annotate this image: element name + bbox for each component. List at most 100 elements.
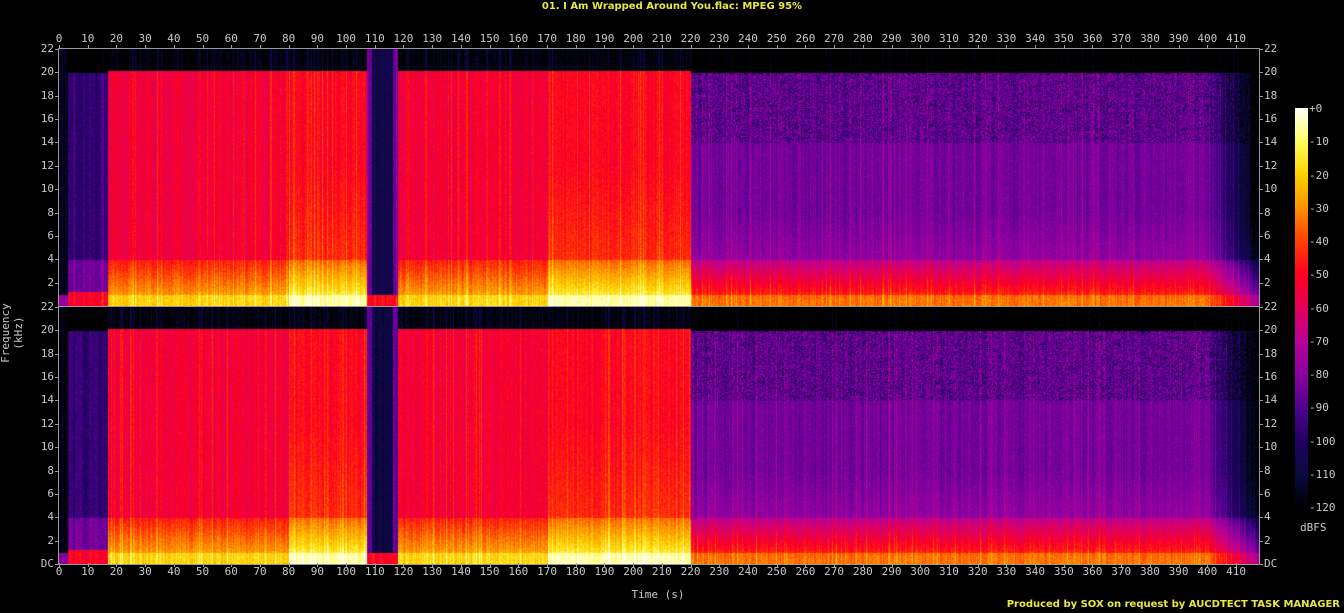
- colorbar-tick-label: -100: [1309, 434, 1336, 448]
- y-tick-label-left: 2: [47, 533, 54, 547]
- y-tick-mark: [55, 353, 59, 355]
- x-tick-mark: [891, 45, 893, 49]
- x-tick-mark: [575, 45, 577, 49]
- y-tick-label-left: 8: [47, 205, 54, 219]
- x-tick-mark: [346, 45, 348, 49]
- x-tick-mark: [920, 45, 922, 49]
- colorbar-tick-label: -40: [1309, 235, 1329, 248]
- x-tick-mark: [460, 563, 462, 567]
- x-tick-mark: [202, 45, 204, 49]
- colorbar: [1295, 108, 1308, 508]
- y-tick-label-right: 6: [1264, 486, 1271, 500]
- x-tick-mark: [288, 563, 290, 567]
- colorbar-tick-label: -110: [1309, 467, 1336, 481]
- y-tick-label-left: 10: [40, 182, 54, 196]
- colorbar-tick-label: -60: [1309, 301, 1329, 315]
- x-tick-mark: [1092, 45, 1094, 49]
- y-tick-mark: [55, 564, 59, 565]
- x-tick-mark: [145, 563, 147, 567]
- x-tick-mark: [1121, 563, 1123, 567]
- x-tick-mark: [518, 563, 520, 567]
- x-tick-mark: [661, 45, 663, 49]
- x-tick-mark: [173, 563, 175, 567]
- y-tick-mark: [1259, 282, 1263, 284]
- x-tick-mark: [1207, 45, 1209, 49]
- y-tick-label-left: 12: [40, 158, 54, 172]
- x-tick-mark: [1149, 45, 1151, 49]
- x-tick-mark: [862, 45, 864, 49]
- y-tick-label-right: 20: [1264, 65, 1278, 79]
- y-tick-label-right: 8: [1264, 463, 1271, 477]
- x-tick-mark: [518, 45, 520, 49]
- y-tick-mark: [55, 95, 59, 97]
- x-tick-mark: [432, 45, 434, 49]
- y-tick-label-right: 14: [1264, 135, 1278, 149]
- y-tick-mark: [1259, 564, 1263, 565]
- y-tick-mark: [1259, 72, 1263, 74]
- y-tick-label-left: 8: [47, 463, 54, 477]
- x-tick-mark: [59, 563, 60, 567]
- y-tick-label-right: 12: [1264, 158, 1278, 172]
- colorbar-tick-label: +0: [1309, 102, 1323, 115]
- x-tick-mark: [604, 563, 606, 567]
- y-tick-mark: [55, 400, 59, 402]
- x-tick-mark: [747, 563, 749, 567]
- x-tick-mark: [690, 563, 692, 567]
- y-tick-mark: [1259, 189, 1263, 191]
- y-tick-mark: [1259, 423, 1263, 425]
- y-tick-label-right: 20: [1264, 323, 1278, 337]
- heatmap-channel-2: [59, 307, 1259, 564]
- x-tick-mark: [1092, 563, 1094, 567]
- y-tick-label-right: 22: [1264, 300, 1278, 313]
- y-tick-mark: [1259, 470, 1263, 472]
- x-tick-mark: [1178, 45, 1180, 49]
- x-tick-mark: [59, 45, 60, 49]
- y-tick-mark: [55, 423, 59, 425]
- y-tick-mark: [1259, 142, 1263, 144]
- y-tick-mark: [55, 540, 59, 542]
- y-tick-label-left: 2: [47, 275, 54, 289]
- x-tick-mark: [202, 563, 204, 567]
- x-tick-mark: [259, 563, 261, 567]
- y-tick-label-left: 20: [40, 323, 54, 337]
- chart-title: 01. I Am Wrapped Around You.flac: MPEG 9…: [541, 1, 803, 12]
- y-tick-label-right: 10: [1264, 182, 1278, 196]
- y-tick-label-left: 18: [40, 346, 54, 360]
- y-tick-label-left: 22: [40, 42, 54, 55]
- x-tick-mark: [231, 563, 233, 567]
- x-tick-mark: [834, 563, 836, 567]
- y-tick-label-left: 10: [40, 440, 54, 454]
- x-tick-mark: [948, 563, 950, 567]
- y-tick-mark: [55, 447, 59, 449]
- spectrogram-channel-2: [58, 306, 1260, 565]
- x-tick-mark: [661, 563, 663, 567]
- colorbar-tick-label: -90: [1309, 401, 1329, 415]
- y-tick-label-right: 18: [1264, 346, 1278, 360]
- x-tick-mark: [374, 563, 376, 567]
- y-tick-mark: [55, 212, 59, 214]
- x-tick-mark: [604, 45, 606, 49]
- y-tick-mark: [55, 259, 59, 261]
- y-tick-mark: [1259, 540, 1263, 542]
- y-tick-mark: [55, 307, 59, 308]
- x-tick-mark: [862, 563, 864, 567]
- heatmap-channel-1: [59, 49, 1259, 306]
- x-tick-mark: [1178, 563, 1180, 567]
- y-tick-mark: [55, 282, 59, 284]
- y-tick-label-right: 16: [1264, 112, 1278, 126]
- y-tick-label-left: 6: [47, 486, 54, 500]
- x-tick-mark: [116, 563, 118, 567]
- y-axis-label: Frequency (kHz): [0, 303, 25, 363]
- y-tick-mark: [1259, 330, 1263, 332]
- colorbar-tick-label: -30: [1309, 201, 1329, 215]
- spectrogram-channel-1: [58, 48, 1260, 307]
- x-tick-mark: [489, 45, 491, 49]
- y-tick-label-left: 18: [40, 88, 54, 102]
- x-tick-mark: [87, 563, 89, 567]
- y-tick-mark: [1259, 95, 1263, 97]
- y-tick-label-right: 4: [1264, 252, 1271, 266]
- colorbar-tick-label: -10: [1309, 135, 1329, 149]
- y-tick-mark: [1259, 235, 1263, 237]
- x-tick-mark: [87, 45, 89, 49]
- x-tick-mark: [633, 563, 635, 567]
